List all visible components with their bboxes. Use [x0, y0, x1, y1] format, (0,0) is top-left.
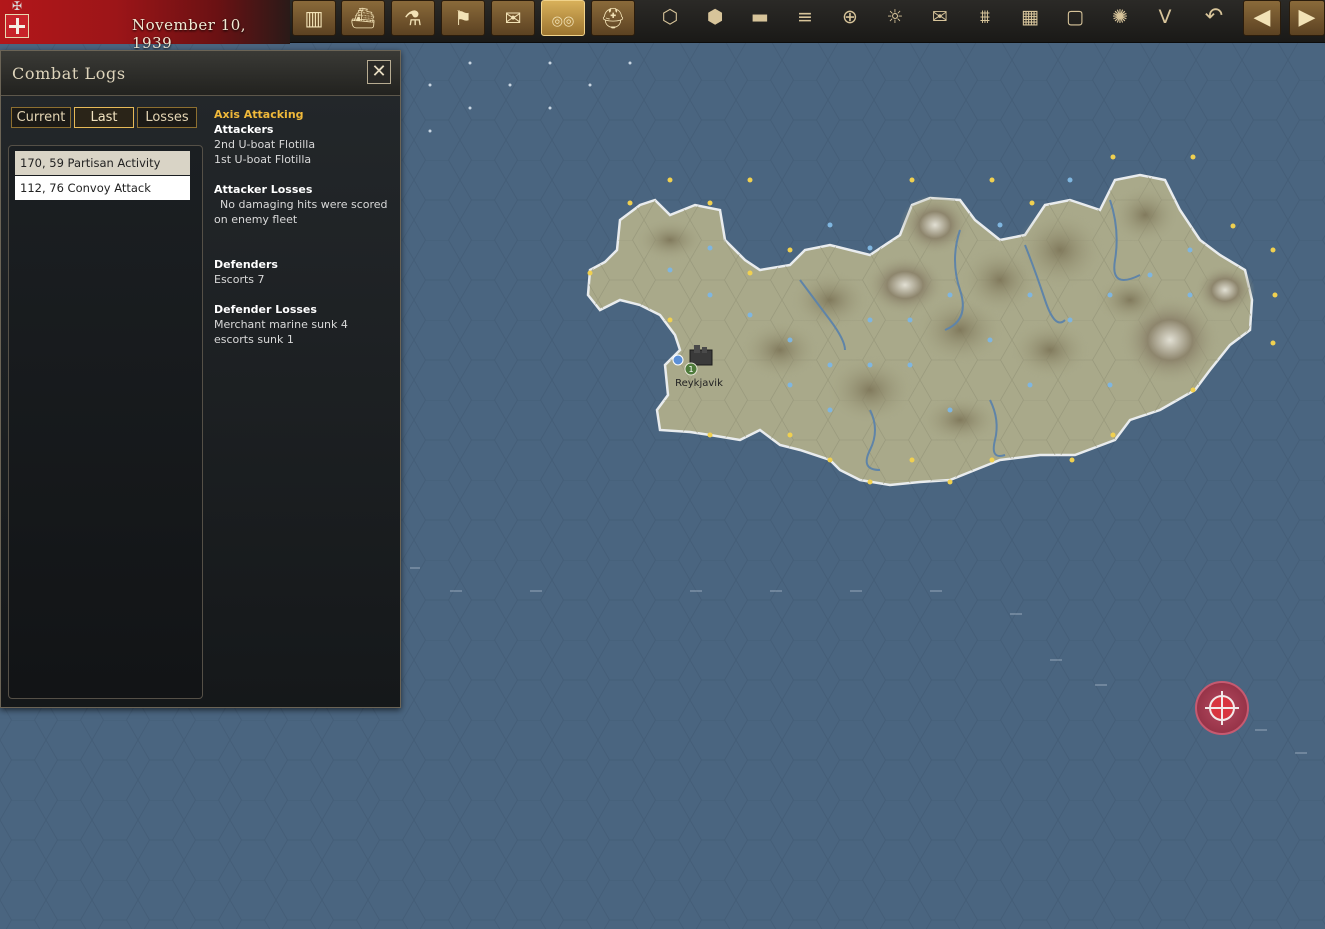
city-label: Reykjavik	[675, 378, 723, 389]
sun-icon: ☼	[886, 6, 904, 28]
resources-button[interactable]: ≡	[785, 0, 825, 36]
sun-button[interactable]: ☼	[875, 0, 915, 36]
grid-icon: ▦	[1021, 6, 1039, 28]
crosshair-button[interactable]: ⊕	[830, 0, 870, 36]
victory-button[interactable]: V	[1145, 0, 1185, 36]
defender-loss: escorts sunk 1	[214, 333, 294, 346]
binoculars-icon: ◎◎	[551, 14, 575, 29]
arrow-left-icon: ◀	[1253, 5, 1271, 30]
defenders-label: Defenders	[214, 258, 278, 271]
naval-button[interactable]: ⛴	[341, 0, 385, 36]
helmet-icon: ⛑	[600, 6, 626, 30]
production-button[interactable]: ▥	[292, 0, 336, 36]
close-button[interactable]: ✕	[367, 60, 391, 84]
hex-grid-icon: ⬡	[661, 6, 679, 28]
reports-button[interactable]: ✉	[491, 0, 535, 36]
tank-button[interactable]: ▬	[740, 0, 780, 36]
combat-log-list[interactable]: 170, 59 Partisan Activity 112, 76 Convoy…	[8, 145, 203, 699]
list-item[interactable]: 112, 76 Convoy Attack	[15, 176, 190, 200]
resources-icon: ≡	[797, 6, 813, 28]
combat-logs-panel: Combat Logs ✕ Current Last Losses 170, 5…	[0, 50, 401, 708]
next-button[interactable]: ▶	[1289, 0, 1325, 36]
undo-button[interactable]: ↶	[1195, 0, 1233, 36]
undo-icon: ↶	[1204, 4, 1224, 29]
explosion-icon: ✺	[1112, 6, 1128, 28]
explosion-button[interactable]: ✺	[1100, 0, 1140, 36]
diplomacy-flag-button[interactable]: ⚑	[441, 0, 485, 36]
panel-header: Combat Logs ✕	[1, 51, 400, 96]
research-button[interactable]: ⚗	[391, 0, 435, 36]
frame-button[interactable]: ▢	[1055, 0, 1095, 36]
binoculars-button[interactable]: ◎◎	[541, 0, 585, 36]
diplomacy-flag-icon: ⚑	[454, 6, 472, 30]
production-icon: ▥	[304, 6, 324, 30]
nation-flag-icon[interactable]	[5, 14, 29, 38]
medal-icon: ✠	[11, 0, 23, 13]
attacker-losses-text: No damaging hits were scored on enemy fl…	[214, 198, 388, 226]
ship-icon: ⩩	[979, 6, 991, 28]
tab-losses[interactable]: Losses	[137, 107, 197, 128]
reports-icon: ✉	[504, 6, 522, 30]
target-button[interactable]	[1195, 681, 1249, 735]
game-date: November 10, 1939	[132, 16, 247, 52]
tab-current[interactable]: Current	[11, 107, 71, 128]
attackers-label: Attackers	[214, 123, 274, 136]
defender-unit: Escorts 7	[214, 273, 265, 286]
defender-losses-label: Defender Losses	[214, 303, 317, 316]
helmet-button[interactable]: ⛑	[591, 0, 635, 36]
hex-cluster-button[interactable]: ⬢	[695, 0, 735, 36]
nation-banner: ✠ November 10, 1939	[0, 0, 290, 52]
panel-title: Combat Logs	[12, 64, 126, 83]
combat-detail: Axis Attacking Attackers 2nd U-boat Flot…	[214, 107, 398, 347]
crosshair-icon	[1205, 691, 1239, 725]
naval-icon: ⛴	[350, 6, 376, 30]
mail-icon: ✉	[932, 6, 948, 28]
frame-icon: ▢	[1066, 6, 1084, 28]
grid-button[interactable]: ▦	[1010, 0, 1050, 36]
victory-icon: V	[1158, 6, 1172, 28]
list-item[interactable]: 170, 59 Partisan Activity	[15, 151, 190, 175]
attacker-unit: 2nd U-boat Flotilla	[214, 138, 316, 151]
tank-icon: ▬	[751, 6, 769, 28]
close-icon: ✕	[371, 61, 387, 82]
tab-last[interactable]: Last	[74, 107, 134, 128]
top-toolbar: ✠ November 10, 1939 ▥ ⛴ ⚗ ⚑ ✉ ◎◎ ⛑ ⬡ ⬢ ▬ ≡ ⊕ ☼ ✉ ⩩ ▦ ▢ ✺ V…	[0, 0, 1325, 52]
attacker-unit: 1st U-boat Flotilla	[214, 153, 312, 166]
crosshair-icon: ⊕	[842, 6, 858, 28]
hex-cluster-icon: ⬢	[706, 6, 724, 28]
attacker-losses-label: Attacker Losses	[214, 183, 313, 196]
research-icon: ⚗	[404, 6, 422, 30]
previous-button[interactable]: ◀	[1243, 0, 1281, 36]
arrow-right-icon: ▶	[1298, 5, 1316, 30]
mail-button[interactable]: ✉	[920, 0, 960, 36]
ship-button[interactable]: ⩩	[965, 0, 1005, 36]
unit-badge: 1	[688, 365, 693, 374]
defender-loss: Merchant marine sunk 4	[214, 318, 348, 331]
attacking-side: Axis Attacking	[214, 108, 304, 121]
hex-grid-button[interactable]: ⬡	[650, 0, 690, 36]
